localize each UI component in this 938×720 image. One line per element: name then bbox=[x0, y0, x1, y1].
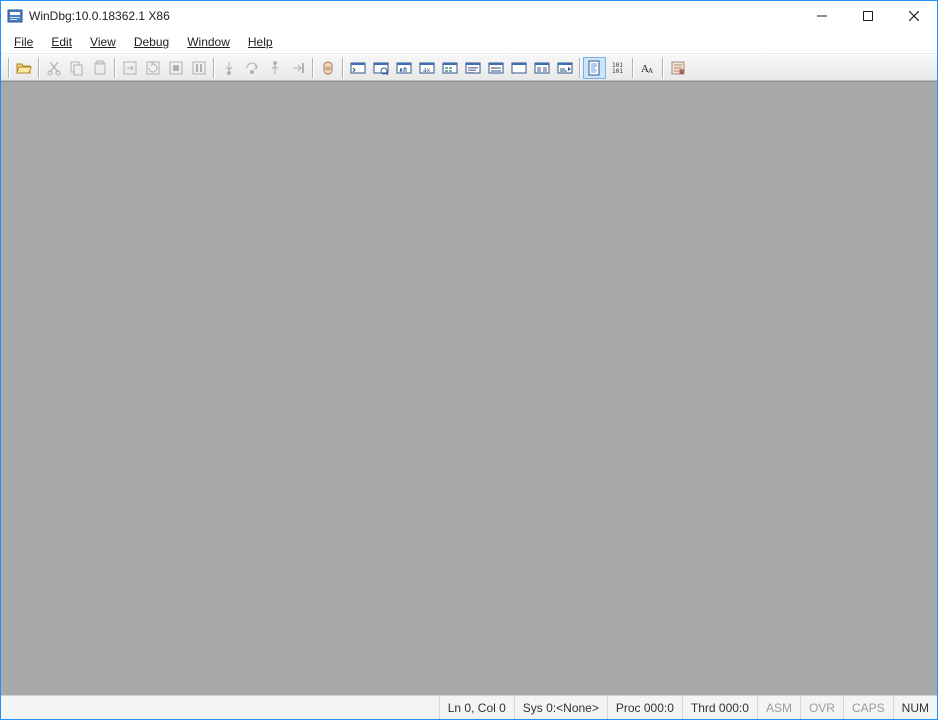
toolbar-separator bbox=[38, 58, 39, 78]
menu-edit[interactable]: Edit bbox=[42, 33, 81, 51]
disassembly-window-button[interactable] bbox=[484, 57, 507, 79]
status-spacer bbox=[1, 696, 439, 719]
menu-file[interactable]: File bbox=[5, 33, 42, 51]
minimize-button[interactable] bbox=[799, 1, 845, 31]
processes-threads-button[interactable] bbox=[530, 57, 553, 79]
watch-window-button[interactable] bbox=[369, 57, 392, 79]
open-button[interactable] bbox=[12, 57, 35, 79]
svg-text:101: 101 bbox=[612, 68, 623, 75]
scratchpad-window-button[interactable] bbox=[507, 57, 530, 79]
status-thrd: Thrd 000:0 bbox=[682, 696, 757, 719]
run-to-cursor-button bbox=[286, 57, 309, 79]
statusbar: Ln 0, Col 0 Sys 0:<None> Proc 000:0 Thrd… bbox=[1, 695, 937, 719]
paste-button bbox=[88, 57, 111, 79]
toolbar-separator bbox=[342, 58, 343, 78]
binary-button[interactable]: 101101 bbox=[606, 57, 629, 79]
status-ovr: OVR bbox=[800, 696, 843, 719]
menu-debug[interactable]: Debug bbox=[125, 33, 178, 51]
toolbar-separator bbox=[213, 58, 214, 78]
window-title: WinDbg:10.0.18362.1 X86 bbox=[29, 9, 799, 23]
toolbar-separator bbox=[579, 58, 580, 78]
cut-button bbox=[42, 57, 65, 79]
main-window: WinDbg:10.0.18362.1 X86 File Edit View D… bbox=[0, 0, 938, 720]
status-sys: Sys 0:<None> bbox=[514, 696, 607, 719]
break-button bbox=[187, 57, 210, 79]
locals-window-button[interactable] bbox=[392, 57, 415, 79]
font-button[interactable]: AA bbox=[636, 57, 659, 79]
go-button bbox=[118, 57, 141, 79]
breakpoint-insert-button[interactable] bbox=[316, 57, 339, 79]
command-browser-button[interactable] bbox=[553, 57, 576, 79]
options-button[interactable] bbox=[666, 57, 689, 79]
step-out-button bbox=[263, 57, 286, 79]
mdi-workspace bbox=[1, 81, 937, 695]
copy-button bbox=[65, 57, 88, 79]
calls-window-button[interactable] bbox=[461, 57, 484, 79]
maximize-button[interactable] bbox=[845, 1, 891, 31]
step-into-button bbox=[217, 57, 240, 79]
menubar: File Edit View Debug Window Help bbox=[1, 31, 937, 54]
status-lncol: Ln 0, Col 0 bbox=[439, 696, 514, 719]
toolbar: ax 101101 AA bbox=[1, 54, 937, 81]
status-proc: Proc 000:0 bbox=[607, 696, 682, 719]
status-asm: ASM bbox=[757, 696, 800, 719]
svg-text:A: A bbox=[648, 67, 653, 75]
memory-window-button[interactable] bbox=[438, 57, 461, 79]
app-icon bbox=[7, 8, 23, 24]
titlebar: WinDbg:10.0.18362.1 X86 bbox=[1, 1, 937, 31]
toolbar-separator bbox=[8, 58, 9, 78]
toolbar-separator bbox=[662, 58, 663, 78]
menu-view[interactable]: View bbox=[81, 33, 125, 51]
svg-text:ax: ax bbox=[423, 67, 431, 74]
status-num: NUM bbox=[893, 696, 937, 719]
stop-debugging-button bbox=[164, 57, 187, 79]
toolbar-separator bbox=[632, 58, 633, 78]
command-window-button[interactable] bbox=[346, 57, 369, 79]
step-over-button bbox=[240, 57, 263, 79]
menu-window[interactable]: Window bbox=[178, 33, 239, 51]
source-mode-button[interactable] bbox=[583, 57, 606, 79]
restart-button bbox=[141, 57, 164, 79]
toolbar-separator bbox=[312, 58, 313, 78]
registers-window-button[interactable]: ax bbox=[415, 57, 438, 79]
window-controls bbox=[799, 1, 937, 31]
status-caps: CAPS bbox=[843, 696, 893, 719]
toolbar-separator bbox=[114, 58, 115, 78]
close-button[interactable] bbox=[891, 1, 937, 31]
menu-help[interactable]: Help bbox=[239, 33, 282, 51]
